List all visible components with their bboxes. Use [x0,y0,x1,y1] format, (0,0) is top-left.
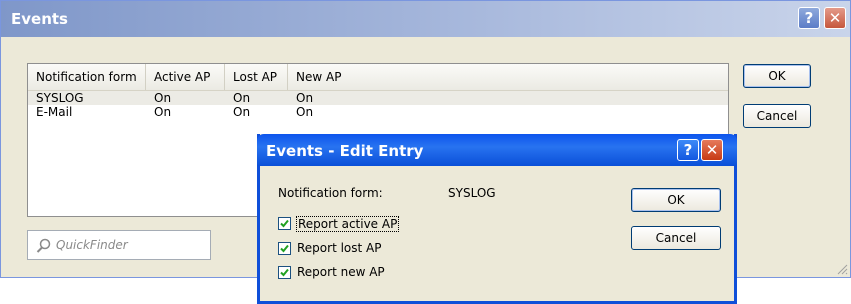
edit-close-button[interactable]: ✕ [701,139,723,161]
help-icon: ? [804,9,814,27]
table-row[interactable]: E-Mail On On On [28,105,728,119]
notification-form-label: Notification form: [278,186,383,200]
search-icon [36,238,51,253]
cell-new-ap: On [296,105,314,119]
checkbox-label: Report new AP [297,265,385,279]
ok-button[interactable]: OK [743,64,811,88]
quickfinder-input[interactable]: QuickFinder [27,230,211,260]
column-lost-ap[interactable]: Lost AP [225,64,288,90]
help-button[interactable]: ? [798,7,820,29]
checkbox-box[interactable] [278,266,291,279]
edit-cancel-button[interactable]: Cancel [631,226,721,250]
cell-active-ap: On [154,91,172,105]
checkbox-box[interactable] [278,217,291,230]
check-icon [280,268,289,277]
help-icon: ? [683,141,693,159]
checkbox-box[interactable] [278,242,291,255]
list-header: Notification form Active AP Lost AP New … [28,64,728,91]
quickfinder-placeholder: QuickFinder [56,238,128,252]
cancel-button[interactable]: Cancel [743,104,811,128]
edit-help-button[interactable]: ? [677,139,699,161]
checkbox-label: Report active AP [296,216,400,232]
cell-lost-ap: On [233,91,251,105]
window-title: Events [11,10,68,28]
column-active-ap[interactable]: Active AP [146,64,225,90]
cell-lost-ap: On [233,105,251,119]
notification-form-value: SYSLOG [448,186,496,200]
check-icon [280,219,289,228]
edit-entry-titlebar[interactable]: Events - Edit Entry ? ✕ [257,134,737,166]
table-row[interactable]: SYSLOG On On On [28,91,728,105]
column-notification-form[interactable]: Notification form [28,64,146,90]
edit-ok-button[interactable]: OK [631,188,721,212]
check-icon [280,244,289,253]
cell-notification-form: SYSLOG [36,91,84,105]
edit-entry-dialog: Events - Edit Entry ? ✕ Notification for… [257,134,737,304]
edit-dialog-title: Events - Edit Entry [266,142,424,160]
cell-notification-form: E-Mail [36,105,73,119]
cell-new-ap: On [296,91,314,105]
close-icon: ✕ [828,9,842,27]
column-new-ap[interactable]: New AP [288,64,408,90]
cell-active-ap: On [154,105,172,119]
checkbox-label: Report lost AP [297,241,382,255]
close-icon: ✕ [705,141,719,159]
events-titlebar[interactable]: Events ? ✕ [1,1,850,37]
resize-grip-icon[interactable] [836,263,848,275]
close-button[interactable]: ✕ [824,7,846,29]
